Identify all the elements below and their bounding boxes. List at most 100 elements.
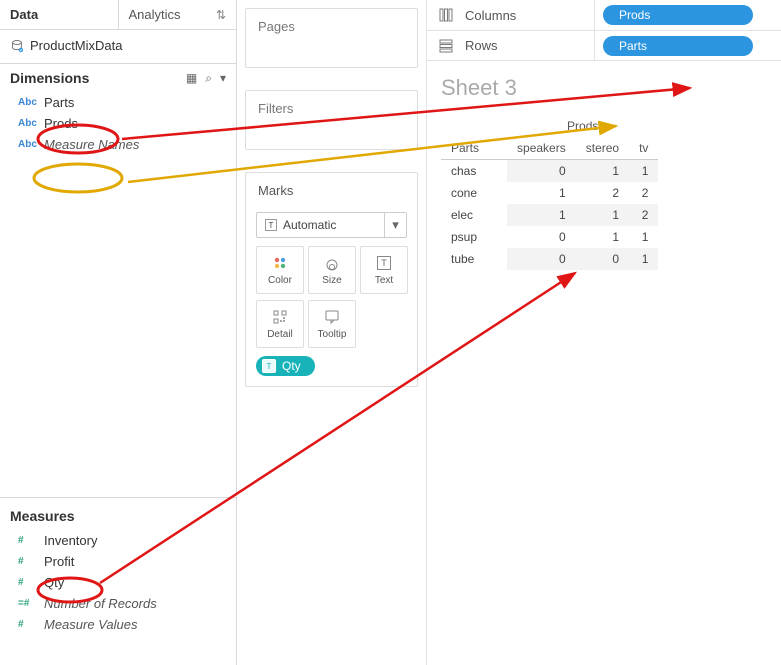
mark-pill-label: Qty [282,359,301,373]
field-label: Prods [44,116,78,131]
hash-icon: # [18,619,38,630]
rows-shelf[interactable]: Rows Parts [427,30,781,60]
mark-tooltip-button[interactable]: Tooltip [308,300,356,348]
dimension-parts[interactable]: Abc Parts [0,92,236,113]
mark-detail-label: Detail [267,329,293,340]
size-icon [324,255,340,271]
data-pane: Data Analytics ⇅ ProductMixData Dimensio… [0,0,237,665]
crosstab-cell[interactable]: 0 [507,248,576,270]
crosstab-cell[interactable]: 1 [576,226,629,248]
columns-icon [437,8,455,22]
dimension-prods[interactable]: Abc Prods [0,113,236,134]
crosstab-cell[interactable]: 1 [507,204,576,226]
mark-text-button[interactable]: T Text [360,246,408,294]
rows-pill-parts[interactable]: Parts [603,36,753,56]
pages-card[interactable]: Pages [245,8,418,68]
crosstab-col-header[interactable]: stereo [576,137,629,160]
crosstab-col-header[interactable]: tv [629,137,658,160]
measure-inventory[interactable]: # Inventory [0,530,236,551]
crosstab-cell[interactable]: 2 [629,204,658,226]
tooltip-icon [324,309,340,325]
dimensions-title: Dimensions [10,70,89,86]
pill-label: Parts [619,39,647,53]
crosstab-cell[interactable]: 0 [507,226,576,248]
shelves: Columns Prods Rows Parts [427,0,781,61]
crosstab-cell[interactable]: 1 [576,204,629,226]
calc-hash-icon: =# [18,598,38,609]
columns-label: Columns [465,8,516,23]
measure-measure-values[interactable]: # Measure Values [0,614,236,635]
mark-size-button[interactable]: Size [308,246,356,294]
measure-profit[interactable]: # Profit [0,551,236,572]
crosstab-row-header[interactable]: cone [441,182,507,204]
crosstab-cell[interactable]: 2 [576,182,629,204]
mark-type-select[interactable]: T Automatic ▾ [256,212,407,238]
crosstab-cell[interactable]: 0 [576,248,629,270]
datasource-row[interactable]: ProductMixData [0,30,236,63]
table-row: cone122 [441,182,658,204]
field-label: Qty [44,575,64,590]
mark-tooltip-label: Tooltip [318,329,347,340]
crosstab-cell[interactable]: 1 [507,182,576,204]
hash-icon: # [18,535,38,546]
mark-color-button[interactable]: Color [256,246,304,294]
tab-analytics-label: Analytics [129,7,181,22]
crosstab-cell[interactable]: 2 [629,182,658,204]
automatic-mark-icon: T [265,219,277,231]
crosstab-cell[interactable]: 1 [629,248,658,270]
sheet-title[interactable]: Sheet 3 [441,75,767,101]
pages-title: Pages [246,9,417,44]
chevron-down-icon[interactable]: ▾ [384,213,406,237]
columns-pill-prods[interactable]: Prods [603,5,753,25]
table-row: psup011 [441,226,658,248]
measure-number-of-records[interactable]: =# Number of Records [0,593,236,614]
crosstab-super-header: Prods [507,115,658,137]
columns-shelf[interactable]: Columns Prods [427,0,781,30]
filters-card[interactable]: Filters [245,90,418,150]
chevron-down-icon[interactable]: ▾ [220,71,226,85]
mark-color-label: Color [268,275,292,286]
datasource-name: ProductMixData [30,38,122,53]
table-row: tube001 [441,248,658,270]
tab-data-label: Data [10,7,38,22]
field-label: Measure Values [44,617,137,632]
field-label: Inventory [44,533,97,548]
filters-title: Filters [246,91,417,126]
mark-type-label: Automatic [283,218,336,232]
marks-title: Marks [246,173,417,208]
table-row: chas011 [441,160,658,183]
left-tabs: Data Analytics ⇅ [0,0,236,30]
cards-pane: Pages Filters Marks T Automatic ▾ Color [237,0,427,665]
crosstab-cell[interactable]: 1 [576,160,629,183]
abc-icon: Abc [18,139,38,150]
dimensions-header: Dimensions ▦ ⌕ ▾ [0,63,236,90]
crosstab-cell[interactable]: 1 [629,160,658,183]
tab-swap-icon: ⇅ [216,8,226,22]
mark-pill-qty[interactable]: T Qty [256,356,315,376]
field-label: Number of Records [44,596,157,611]
measures-section: Measures # Inventory # Profit # Qty =# N… [0,497,236,665]
worksheet-pane: Columns Prods Rows Parts Sheet 3 [427,0,781,665]
crosstab: Prods Parts speakers stereo tv chas011co… [441,115,767,270]
dimensions-list: Abc Parts Abc Prods Abc Measure Names [0,90,236,165]
view-list-icon[interactable]: ▦ [186,71,197,85]
table-row: elec112 [441,204,658,226]
rows-label: Rows [465,38,498,53]
crosstab-row-header[interactable]: chas [441,160,507,183]
crosstab-row-header[interactable]: tube [441,248,507,270]
tab-analytics[interactable]: Analytics ⇅ [118,0,237,29]
crosstab-col-header[interactable]: speakers [507,137,576,160]
tab-data[interactable]: Data [0,0,118,29]
crosstab-cell[interactable]: 0 [507,160,576,183]
crosstab-cell[interactable]: 1 [629,226,658,248]
crosstab-row-label: Parts [441,137,507,160]
measures-title: Measures [0,498,236,528]
pill-label: Prods [619,8,650,22]
crosstab-row-header[interactable]: psup [441,226,507,248]
rows-icon [437,39,455,53]
mark-detail-button[interactable]: Detail [256,300,304,348]
search-icon[interactable]: ⌕ [205,71,212,86]
dimension-measure-names[interactable]: Abc Measure Names [0,134,236,155]
measure-qty[interactable]: # Qty [0,572,236,593]
crosstab-row-header[interactable]: elec [441,204,507,226]
